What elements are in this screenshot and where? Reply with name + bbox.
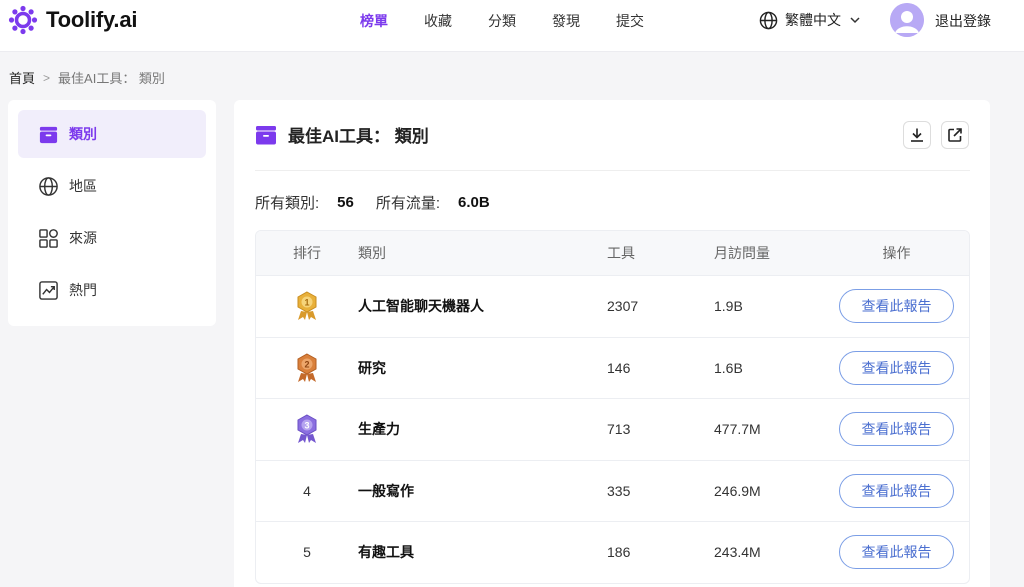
category-name[interactable]: 人工智能聊天機器人 [358,296,607,316]
categories-label: 所有類別: [255,195,320,212]
globe-icon [39,176,58,196]
traffic-total: 6.0B [458,194,490,211]
categories-count: 56 [337,194,354,211]
rank-cell: 3 [256,414,358,444]
action-cell: 查看此報告 [824,350,969,385]
table-row: 5 有趣工具 186 243.4M 查看此報告 [256,521,969,583]
folder-icon [39,126,58,143]
nav-rankings[interactable]: 榜單 [360,11,388,31]
sidebar-item-category[interactable]: 類別 [18,110,206,158]
rank-number: 5 [303,544,311,561]
sidebar-item-label: 地區 [69,178,97,194]
user-avatar-icon [890,3,924,37]
nav-discover[interactable]: 發現 [552,11,580,31]
avatar[interactable] [890,3,924,37]
chevron-down-icon [850,17,860,24]
language-selector[interactable]: 繁體中文 [759,10,860,30]
sidebar-item-label: 類別 [69,126,97,142]
view-report-button[interactable]: 查看此報告 [839,473,954,508]
action-cell: 查看此報告 [824,289,969,324]
monthly-visits: 1.6B [714,359,743,376]
language-label: 繁體中文 [785,12,841,28]
sidebar-item-label: 來源 [69,230,97,246]
table-header: 排行 類別 工具 月訪問量 操作 [256,231,969,275]
header-divider [255,170,970,171]
header-category: 類別 [358,245,386,261]
purple-medal-icon: 3 [297,414,317,444]
header-monthly-visits: 月訪問量 [714,245,770,261]
category-name[interactable]: 研究 [358,358,607,378]
action-cell: 查看此報告 [824,412,969,447]
download-icon [911,128,923,142]
monthly-visits: 1.9B [714,298,743,315]
traffic-label: 所有流量: [375,195,441,212]
tools-count: 2307 [607,298,639,315]
rank-cell: 1 [256,291,358,321]
table-row: 4 一般寫作 335 246.9M 查看此報告 [256,459,969,522]
breadcrumb-current: 最佳AI工具： 類別 [58,71,165,86]
rank-cell: 2 [256,353,358,383]
table-row: 3 生產力 713 477.7M 查看此報告 [256,398,969,460]
main-nav: 榜單 收藏 分類 發現 提交 [360,11,680,31]
category-name[interactable]: 一般寫作 [358,481,607,501]
share-icon [948,128,962,142]
nav-favorites[interactable]: 收藏 [424,11,452,31]
summary-stats: 所有類別: 56 所有流量: 6.0B [255,192,512,213]
nav-submit[interactable]: 提交 [616,11,644,31]
sidebar-item-source[interactable]: 來源 [18,214,206,262]
medal-rank-text: 1 [304,298,309,308]
action-cell: 查看此報告 [824,473,969,508]
breadcrumb-separator: > [43,70,51,85]
view-report-button[interactable]: 查看此報告 [839,350,954,385]
breadcrumb-home[interactable]: 首頁 [9,68,35,87]
tools-count: 335 [607,482,631,499]
brand-name: Toolify.ai [46,7,138,32]
download-button[interactable] [903,121,931,149]
sidebar: 類別 地區 來源 熱門 [8,100,216,326]
gold-medal-icon: 1 [297,291,317,321]
category-name[interactable]: 生產力 [358,419,607,439]
main-panel: 最佳AI工具： 類別 所有類別: 56 所有流量: 6.0B 排行 類別 工具 … [234,100,990,587]
brand-logo[interactable]: Toolify.ai [8,5,137,35]
table-row: 1 人工智能聊天機器人 2307 1.9B 查看此報告 [256,275,969,337]
table-row: 2 研究 146 1.6B 查看此報告 [256,336,969,399]
view-report-button[interactable]: 查看此報告 [839,289,954,324]
rank-number: 4 [303,482,311,499]
nav-categories[interactable]: 分類 [488,11,516,31]
tools-count: 713 [607,421,631,438]
sidebar-item-trending[interactable]: 熱門 [18,266,206,314]
monthly-visits: 477.7M [714,421,761,438]
header-rank: 排行 [293,245,321,261]
share-button[interactable] [941,121,969,149]
trending-icon [39,280,58,300]
tools-count: 146 [607,359,631,376]
category-table: 排行 類別 工具 月訪問量 操作 1 人工智能聊天機器人 2307 1.9B 查… [255,230,970,584]
header-tools: 工具 [607,245,635,261]
shapes-icon [39,228,58,248]
monthly-visits: 246.9M [714,482,761,499]
bronze-medal-icon: 2 [297,353,317,382]
page-header: 最佳AI工具： 類別 [255,122,429,147]
category-name[interactable]: 有趣工具 [358,542,607,562]
folder-icon [256,125,276,144]
globe-icon [759,11,778,29]
view-report-button[interactable]: 查看此報告 [839,535,954,570]
logout-link[interactable]: 退出登錄 [935,11,991,31]
tools-count: 186 [607,544,631,561]
action-cell: 查看此報告 [824,535,969,570]
sidebar-item-label: 熱門 [69,282,97,298]
page-title: 最佳AI工具： 類別 [288,127,429,146]
header-action: 操作 [882,245,911,261]
medal-rank-text: 3 [304,421,309,431]
top-header: Toolify.ai 榜單 收藏 分類 發現 提交 繁體中文 退出登錄 [0,0,1024,52]
logo-icon [8,5,38,35]
sidebar-item-region[interactable]: 地區 [18,162,206,210]
monthly-visits: 243.4M [714,544,761,561]
breadcrumb: 首頁 > 最佳AI工具： 類別 [9,68,165,87]
view-report-button[interactable]: 查看此報告 [839,412,954,447]
medal-rank-text: 2 [304,359,309,369]
